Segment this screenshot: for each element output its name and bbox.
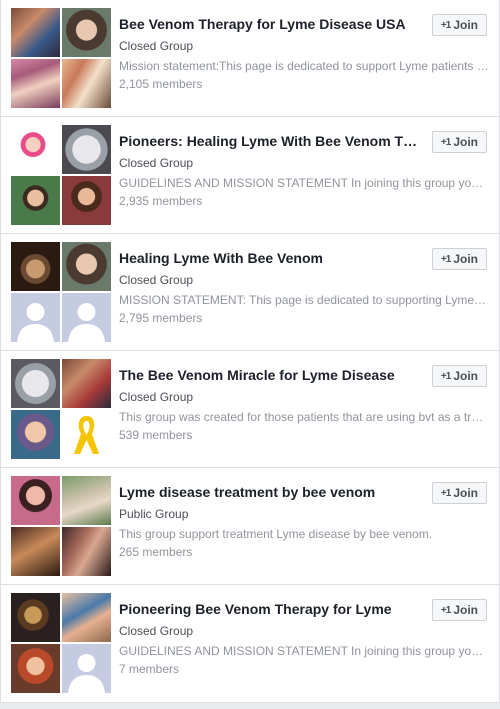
- add-plus-icon: +1: [440, 487, 451, 499]
- member-photo: [62, 359, 111, 408]
- group-thumbnail-grid[interactable]: [11, 476, 111, 576]
- member-photo: [11, 8, 60, 57]
- member-count: 2,935 members: [119, 194, 203, 208]
- join-button[interactable]: +1 Join: [431, 248, 487, 270]
- group-thumbnail-grid[interactable]: [11, 593, 111, 693]
- join-label: Join: [453, 252, 478, 266]
- group-card: Pioneers: Healing Lyme With Bee Venom Th…: [1, 117, 499, 234]
- group-thumbnail-grid[interactable]: [11, 125, 111, 225]
- member-photo: [11, 527, 60, 576]
- group-title[interactable]: The Bee Venom Miracle for Lyme Disease: [119, 365, 419, 385]
- member-count: 539 members: [119, 428, 193, 442]
- default-avatar-icon: [62, 644, 111, 693]
- group-card: Healing Lyme With Bee Venom Closed Group…: [1, 234, 499, 351]
- group-card: The Bee Venom Miracle for Lyme Disease C…: [1, 351, 499, 468]
- group-privacy: Closed Group: [119, 273, 194, 287]
- join-button[interactable]: +1 Join: [431, 599, 487, 621]
- add-plus-icon: +1: [440, 604, 451, 616]
- join-label: Join: [453, 135, 478, 149]
- group-privacy: Public Group: [119, 507, 189, 521]
- join-label: Join: [453, 369, 478, 383]
- member-count: 2,105 members: [119, 77, 203, 91]
- member-photo: [62, 8, 111, 57]
- join-button[interactable]: +1 Join: [431, 131, 487, 153]
- member-photo: [11, 125, 60, 174]
- member-photo: [62, 593, 111, 642]
- group-thumbnail-grid[interactable]: [11, 8, 111, 108]
- member-photo: [11, 476, 60, 525]
- group-privacy: Closed Group: [119, 390, 194, 404]
- member-photo: [62, 176, 111, 225]
- member-photo: [11, 410, 60, 459]
- awareness-ribbon-icon: [62, 410, 111, 459]
- add-plus-icon: +1: [440, 370, 451, 382]
- group-privacy: Closed Group: [119, 624, 194, 638]
- member-photo: [11, 242, 60, 291]
- group-privacy: Closed Group: [119, 39, 194, 53]
- default-avatar-icon: [62, 293, 111, 342]
- group-card: Lyme disease treatment by bee venom Publ…: [1, 468, 499, 585]
- member-photo: [11, 176, 60, 225]
- group-description: Mission statement:This page is dedicated…: [119, 59, 489, 73]
- group-description: This group was created for those patient…: [119, 410, 489, 424]
- join-button[interactable]: +1 Join: [431, 482, 487, 504]
- group-privacy: Closed Group: [119, 156, 194, 170]
- member-photo: [62, 527, 111, 576]
- join-label: Join: [453, 603, 478, 617]
- group-thumbnail-grid[interactable]: [11, 242, 111, 342]
- group-card: Pioneering Bee Venom Therapy for Lyme Cl…: [1, 585, 499, 702]
- group-results-list: Bee Venom Therapy for Lyme Disease USA C…: [0, 0, 500, 703]
- join-button[interactable]: +1 Join: [431, 365, 487, 387]
- group-title[interactable]: Bee Venom Therapy for Lyme Disease USA: [119, 14, 419, 34]
- add-plus-icon: +1: [440, 253, 451, 265]
- join-label: Join: [453, 18, 478, 32]
- group-description: GUIDELINES AND MISSION STATEMENT In join…: [119, 644, 489, 658]
- group-title[interactable]: Pioneering Bee Venom Therapy for Lyme: [119, 599, 419, 619]
- add-plus-icon: +1: [440, 136, 451, 148]
- group-card: Bee Venom Therapy for Lyme Disease USA C…: [1, 0, 499, 117]
- member-photo: [62, 59, 111, 108]
- join-label: Join: [453, 486, 478, 500]
- add-plus-icon: +1: [440, 19, 451, 31]
- member-photo: [11, 644, 60, 693]
- member-count: 7 members: [119, 662, 180, 676]
- group-title[interactable]: Lyme disease treatment by bee venom: [119, 482, 419, 502]
- member-count: 2,795 members: [119, 311, 203, 325]
- group-title[interactable]: Healing Lyme With Bee Venom: [119, 248, 419, 268]
- group-title[interactable]: Pioneers: Healing Lyme With Bee Venom Th…: [119, 131, 419, 151]
- member-photo: [11, 359, 60, 408]
- member-photo: [62, 125, 111, 174]
- group-description: MISSION STATEMENT: This page is dedicate…: [119, 293, 489, 307]
- group-description: This group support treatment Lyme diseas…: [119, 527, 433, 541]
- default-avatar-icon: [11, 293, 60, 342]
- member-photo: [62, 476, 111, 525]
- member-count: 265 members: [119, 545, 193, 559]
- group-description: GUIDELINES AND MISSION STATEMENT In join…: [119, 176, 489, 190]
- member-photo: [11, 593, 60, 642]
- member-photo: [62, 242, 111, 291]
- member-photo: [11, 59, 60, 108]
- join-button[interactable]: +1 Join: [431, 14, 487, 36]
- group-thumbnail-grid[interactable]: [11, 359, 111, 459]
